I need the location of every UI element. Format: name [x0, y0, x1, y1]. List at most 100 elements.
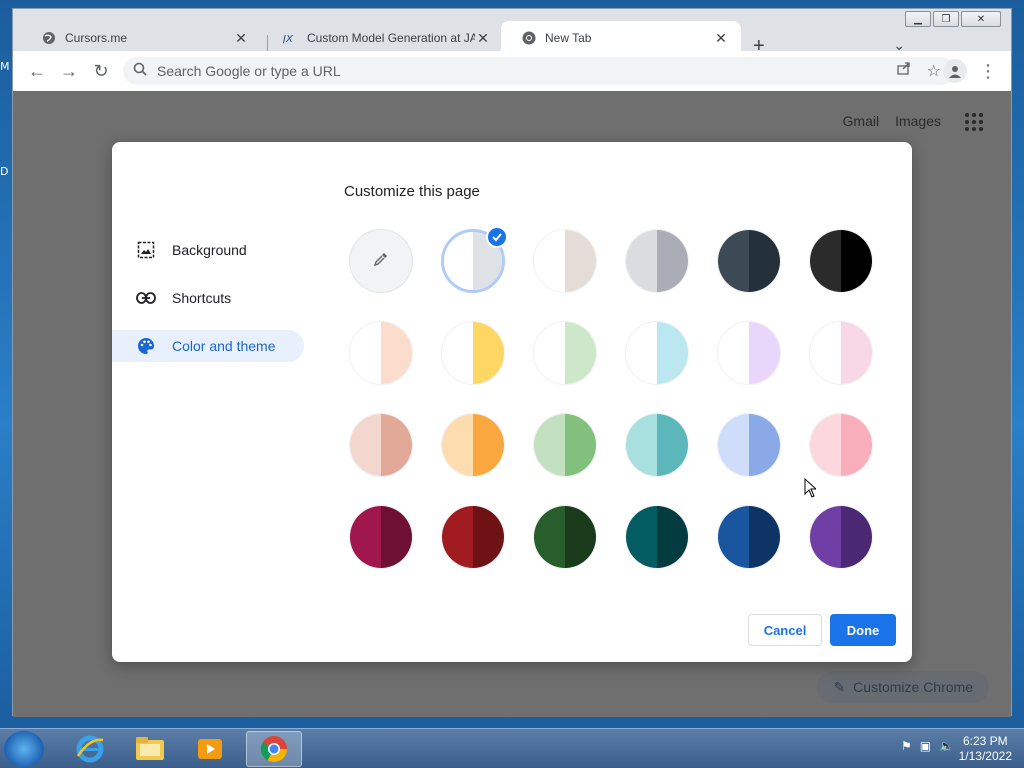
action-center-flag-icon[interactable]: ⚑	[901, 739, 912, 753]
tab-title: Cursors.me	[65, 31, 128, 45]
tab-jax[interactable]: JX Custom Model Generation at JAX ✕	[263, 21, 503, 55]
network-icon[interactable]: ▣	[920, 739, 931, 753]
done-button[interactable]: Done	[830, 614, 896, 646]
swatch-fill	[717, 413, 781, 477]
nav-item-color-and-theme[interactable]: Color and theme	[112, 330, 304, 362]
eyedropper-icon	[373, 251, 389, 272]
customize-chrome-button[interactable]: ✎ Customize Chrome	[817, 671, 989, 703]
palette-icon	[136, 336, 156, 356]
theme-swatch-purple-dark[interactable]	[808, 504, 874, 570]
nav-item-label: Shortcuts	[172, 290, 232, 306]
dialog-title: Customize this page	[344, 183, 480, 200]
google-apps-icon[interactable]	[965, 113, 983, 131]
gmail-link[interactable]: Gmail	[843, 113, 880, 129]
svg-text:JX: JX	[283, 34, 294, 44]
theme-swatch-rose[interactable]	[348, 412, 414, 478]
cancel-button[interactable]: Cancel	[748, 614, 822, 646]
chrome-taskbar-icon[interactable]	[246, 731, 302, 767]
theme-swatch-grid	[348, 226, 874, 570]
theme-swatch-magenta-dark[interactable]	[348, 504, 414, 570]
tab-close-icon[interactable]: ✕	[713, 30, 729, 46]
share-icon[interactable]	[897, 61, 911, 81]
clock-date: 1/13/2022	[958, 749, 1012, 763]
theme-swatch-blue[interactable]	[716, 412, 782, 478]
desktop-icon-label-fragment: M	[0, 60, 10, 73]
desktop-icon-label-fragment: D	[0, 165, 9, 178]
swatch-fill	[809, 321, 873, 385]
theme-swatch-cool-grey[interactable]	[624, 228, 690, 294]
selected-check-icon	[486, 226, 508, 248]
theme-swatch-orange[interactable]	[440, 412, 506, 478]
swatch-fill	[349, 505, 413, 569]
swatch-fill	[349, 413, 413, 477]
start-button[interactable]	[4, 731, 44, 767]
customize-chrome-label: Customize Chrome	[853, 679, 973, 695]
taskbar-clock[interactable]: 6:23 PM 1/13/2022	[959, 734, 1012, 764]
bookmark-star-icon[interactable]: ☆	[927, 61, 941, 81]
swatch-fill	[349, 229, 413, 293]
swatch-fill	[349, 321, 413, 385]
theme-swatch-default-white[interactable]	[440, 226, 508, 294]
profile-avatar-icon[interactable]	[943, 59, 967, 83]
system-tray: ⚑ ▣ 🔈	[901, 739, 954, 753]
theme-swatch-cyan-light[interactable]	[624, 320, 690, 386]
tab-title: New Tab	[545, 31, 592, 45]
tab-cursors[interactable]: Cursors.me ✕	[21, 21, 261, 55]
tab-new-tab[interactable]: New Tab ✕	[501, 21, 741, 55]
swatch-fill	[717, 229, 781, 293]
search-icon	[133, 62, 147, 81]
nav-item-label: Background	[172, 242, 247, 258]
theme-swatch-peach-light[interactable]	[348, 320, 414, 386]
swatch-fill	[533, 321, 597, 385]
theme-swatch-green-dark[interactable]	[532, 504, 598, 570]
swatch-fill	[441, 505, 505, 569]
forward-arrow-icon[interactable]: →	[53, 55, 85, 87]
file-explorer-taskbar-icon[interactable]	[122, 731, 178, 767]
customize-side-nav: Background Shortcuts Color and theme	[112, 226, 304, 362]
theme-swatch-pink[interactable]	[808, 412, 874, 478]
swatch-fill	[809, 413, 873, 477]
theme-swatch-blue-dark[interactable]	[716, 504, 782, 570]
theme-swatch-green-light[interactable]	[532, 320, 598, 386]
tab-title: Custom Model Generation at JAX	[307, 31, 475, 45]
toolbar: ← → ↻ Search Google or type a URL ☆ ⋮	[13, 51, 1011, 91]
theme-swatch-teal[interactable]	[624, 412, 690, 478]
swatch-fill	[533, 413, 597, 477]
tab-close-icon[interactable]: ✕	[233, 30, 249, 46]
swatch-fill	[625, 505, 689, 569]
theme-swatch-slate[interactable]	[716, 228, 782, 294]
nav-item-shortcuts[interactable]: Shortcuts	[112, 274, 304, 322]
clock-time: 6:23 PM	[962, 734, 1008, 748]
theme-swatch-teal-dark[interactable]	[624, 504, 690, 570]
theme-swatch-pink-light[interactable]	[808, 320, 874, 386]
reload-icon[interactable]: ↻	[85, 55, 117, 87]
swatch-fill	[625, 229, 689, 293]
media-player-taskbar-icon[interactable]	[182, 731, 238, 767]
nav-item-background[interactable]: Background	[112, 226, 304, 274]
theme-swatch-warm-grey[interactable]	[532, 228, 598, 294]
theme-swatch-yellow-light[interactable]	[440, 320, 506, 386]
nav-item-label: Color and theme	[172, 338, 276, 354]
back-arrow-icon[interactable]: ←	[21, 55, 53, 87]
swatch-fill	[717, 321, 781, 385]
theme-swatch-red-dark[interactable]	[440, 504, 506, 570]
swatch-fill	[809, 229, 873, 293]
theme-swatch-custom-color[interactable]	[348, 228, 414, 294]
dialog-actions: Cancel Done	[748, 614, 896, 646]
customize-dialog: Customize this page Background Shortcuts…	[112, 142, 912, 662]
ie-taskbar-icon[interactable]	[62, 731, 118, 767]
swatch-fill	[717, 505, 781, 569]
kebab-menu-icon[interactable]: ⋮	[979, 61, 997, 82]
theme-swatch-green[interactable]	[532, 412, 598, 478]
omnibox-placeholder: Search Google or type a URL	[157, 63, 341, 79]
omnibox[interactable]: Search Google or type a URL ☆	[123, 57, 955, 85]
theme-swatch-black[interactable]	[808, 228, 874, 294]
tab-close-icon[interactable]: ✕	[475, 30, 491, 46]
image-icon	[136, 240, 156, 260]
tab-strip: Cursors.me ✕ JX Custom Model Generation …	[13, 17, 1011, 57]
theme-swatch-lavender-light[interactable]	[716, 320, 782, 386]
volume-icon[interactable]: 🔈	[939, 739, 954, 753]
swatch-fill	[625, 413, 689, 477]
swatch-fill	[441, 413, 505, 477]
images-link[interactable]: Images	[895, 113, 941, 129]
